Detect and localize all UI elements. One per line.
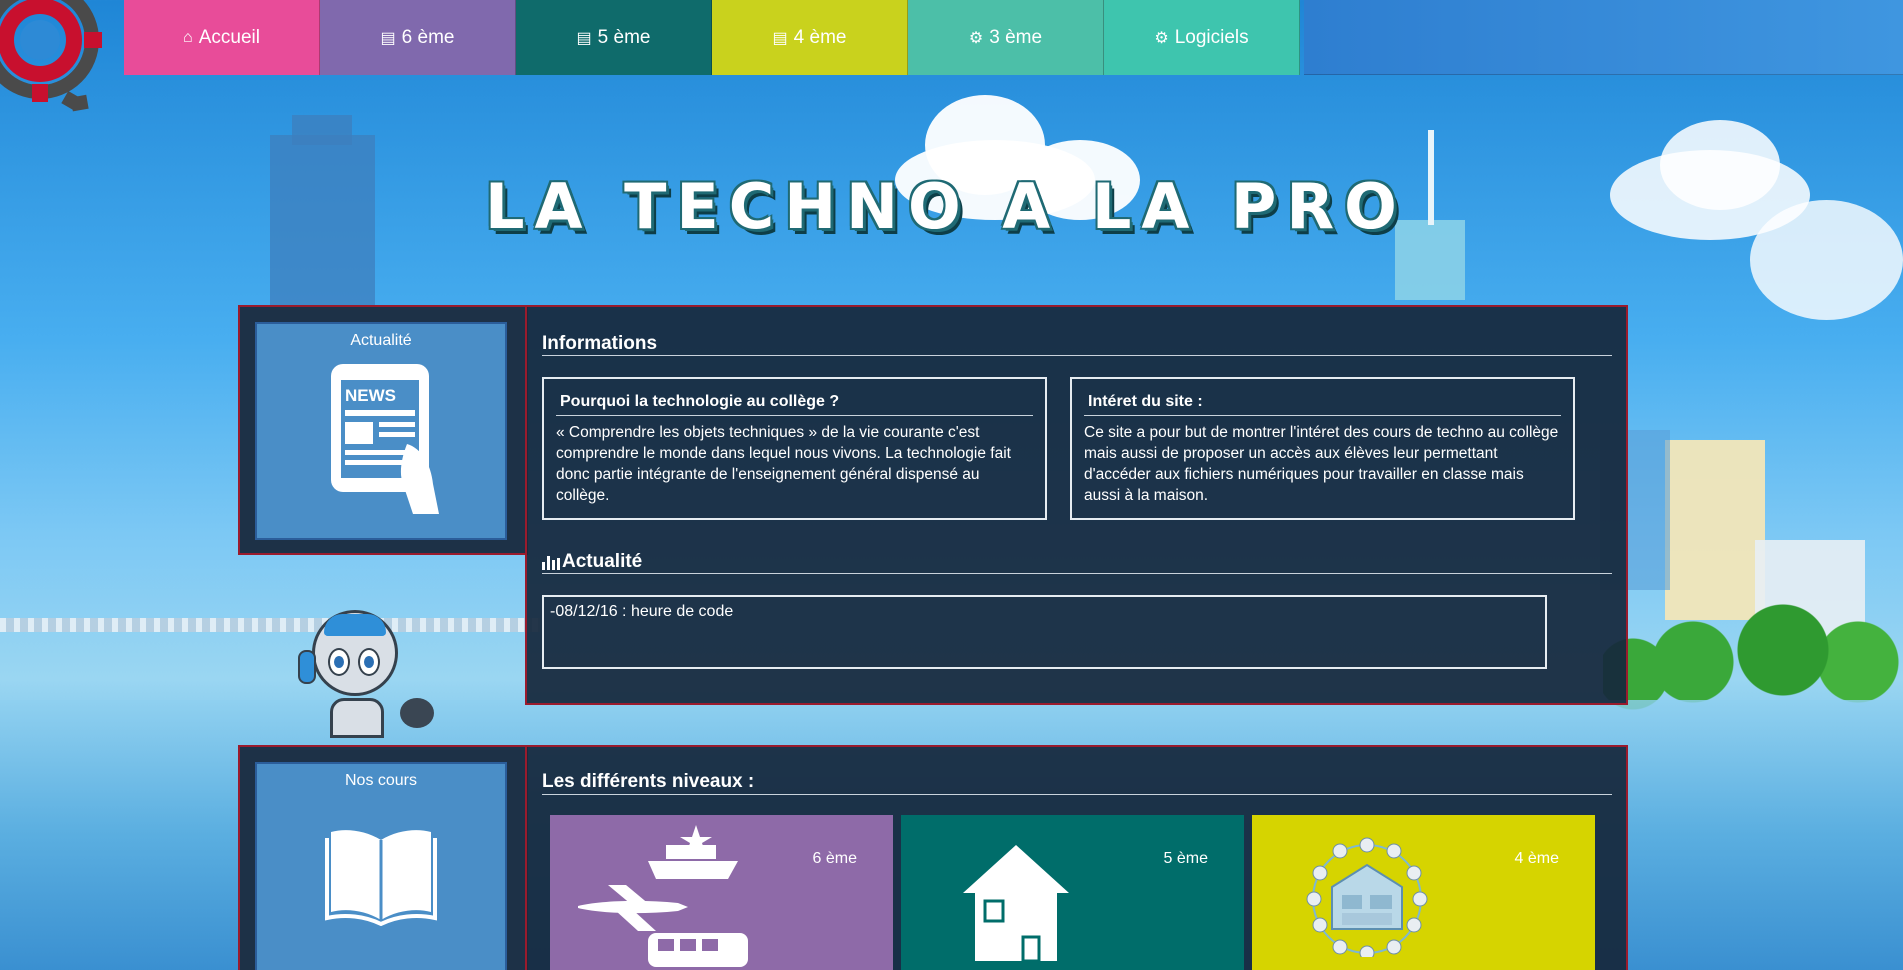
book-icon: ▤ <box>576 29 592 47</box>
divider <box>542 794 1612 795</box>
informations-title: Informations <box>542 333 658 354</box>
level-tile-label: 6 ème <box>812 850 857 867</box>
nav-4eme[interactable]: ▤ 4 ème <box>712 0 908 75</box>
informations-panel: Informations Pourquoi la technologie au … <box>525 305 1628 705</box>
actualite-section-label: Actualité <box>562 551 643 572</box>
info-card-pourquoi: Pourquoi la technologie au collège ? « C… <box>542 377 1047 520</box>
gears-icon: ⚙ <box>1154 29 1169 47</box>
nav-label: 5 ème <box>597 26 651 48</box>
house-icon <box>961 843 1071 968</box>
news-item[interactable]: -08/12/16 : heure de code <box>550 603 1539 621</box>
nav-label: 6 ème <box>401 26 455 48</box>
robot-mascot <box>290 610 440 740</box>
info-card-interet: Intéret du site : Ce site a pour but de … <box>1070 377 1575 520</box>
site-logo[interactable] <box>0 0 124 124</box>
level-tile-6eme[interactable]: 6 ème <box>550 815 893 970</box>
book-icon: ▤ <box>772 29 788 47</box>
open-book-icon <box>325 826 437 927</box>
home-icon: ⌂ <box>183 28 193 46</box>
level-tile-5eme[interactable]: 5 ème <box>901 815 1244 970</box>
divider <box>542 573 1612 574</box>
divider <box>542 355 1612 356</box>
nav-label: Logiciels <box>1174 26 1249 48</box>
actualite-tile-label: Actualité <box>350 332 412 349</box>
info-card-text: Ce site a pour but de montrer l'intéret … <box>1084 424 1559 504</box>
level-tile-label: 4 ème <box>1514 850 1559 867</box>
book-icon: ▤ <box>380 29 396 47</box>
nav-label: Accueil <box>198 26 260 48</box>
level-tile-label: 5 ème <box>1163 850 1208 867</box>
actualite-section-title: Actualité <box>542 551 642 573</box>
transport-icon <box>578 821 758 970</box>
nos-cours-tile[interactable]: Nos cours <box>255 762 507 970</box>
info-card-text: « Comprendre les objets techniques » de … <box>556 424 1011 504</box>
nav-label: 3 ème <box>989 26 1043 48</box>
nav-label: 4 ème <box>793 26 847 48</box>
nav-accueil[interactable]: ⌂ Accueil <box>124 0 320 75</box>
smart-home-icon <box>1302 837 1432 962</box>
news-tablet-icon: NEWS <box>321 364 441 514</box>
level-tile-4eme[interactable]: 4 ème <box>1252 815 1595 970</box>
niveaux-title: Les différents niveaux : <box>542 771 755 792</box>
bar-chart-icon <box>542 554 560 570</box>
info-card-title: Pourquoi la technologie au collège ? <box>556 393 1033 416</box>
nav-logiciels[interactable]: ⚙ Logiciels <box>1104 0 1300 75</box>
nav-6eme[interactable]: ▤ 6 ème <box>320 0 516 75</box>
main-nav: ⌂ Accueil ▤ 6 ème ▤ 5 ème ▤ 4 ème ⚙ 3 èm… <box>124 0 1300 75</box>
svg-text:NEWS: NEWS <box>345 386 396 405</box>
site-title: La Techno a la pro <box>485 170 1407 243</box>
info-card-title: Intéret du site : <box>1084 393 1561 416</box>
nav-filler <box>1304 0 1903 75</box>
nav-3eme[interactable]: ⚙ 3 ème <box>908 0 1104 75</box>
news-list: -08/12/16 : heure de code <box>542 595 1547 669</box>
actualite-tile[interactable]: Actualité NEWS <box>255 322 507 540</box>
nos-cours-tile-label: Nos cours <box>344 772 418 789</box>
nav-5eme[interactable]: ▤ 5 ème <box>516 0 712 75</box>
gears-icon: ⚙ <box>968 29 984 47</box>
